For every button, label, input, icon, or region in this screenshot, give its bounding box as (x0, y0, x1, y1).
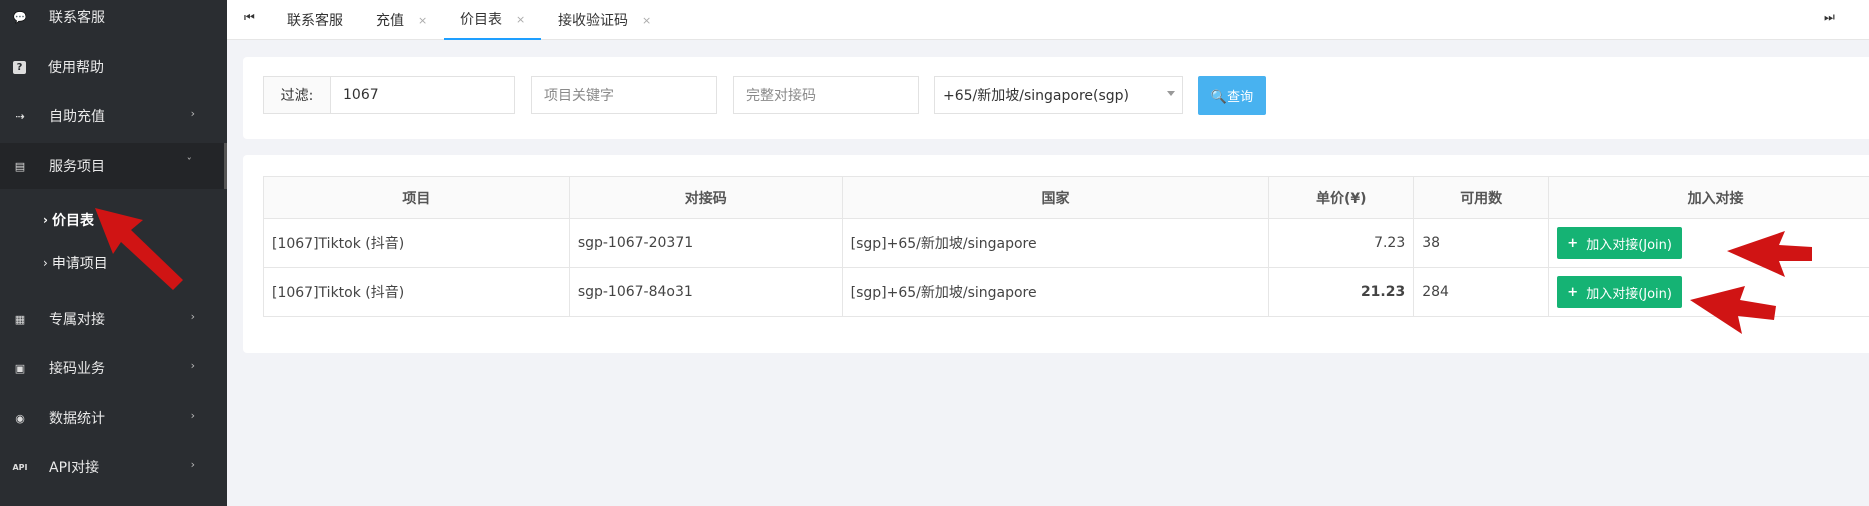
sidebar-item-label: 专属对接 (49, 312, 105, 328)
sidebar-item-services[interactable]: ▤ 服务项目 ˇ (0, 143, 227, 189)
annotation-arrow-icon (1727, 231, 1812, 277)
column-header: 项目 (263, 176, 570, 219)
filter-panel: 过滤: 1067 项目关键字 完整对接码 +65/新加坡/singapore(s… (243, 57, 1869, 139)
sidebar-item-label: 自助充值 (49, 109, 105, 125)
join-button-label: 加入对接(Join) (1586, 237, 1672, 253)
join-button[interactable]: + 加入对接(Join) (1557, 276, 1683, 308)
bank-transfer-icon: ⇢ (15, 109, 25, 123)
clipboard-icon: ▦ (14, 312, 26, 326)
coins-icon: ◉ (15, 411, 25, 425)
code-input[interactable]: 完整对接码 (733, 76, 919, 114)
sidebar-subitem-label: 价目表 (51, 213, 94, 229)
keyword-input-placeholder: 项目关键字 (544, 88, 614, 104)
tab-receive-code[interactable]: 接收验证码 × (558, 0, 651, 40)
tab-label: 接收验证码 (558, 13, 628, 29)
tab-label: 充值 (376, 13, 404, 29)
cell-code: sgp-1067-84o31 (568, 267, 843, 317)
filter-input[interactable]: 1067 (330, 76, 515, 114)
tab-label: 联系客服 (287, 13, 343, 29)
annotation-arrow-icon (1690, 286, 1776, 334)
join-button-label: 加入对接(Join) (1586, 286, 1672, 302)
chevron-right-icon: › (43, 213, 48, 227)
sidebar-item-label: API对接 (49, 460, 100, 476)
cell-country: [sgp]+65/新加坡/singapore (841, 267, 1270, 317)
price-table: 项目 对接码 国家 单价(¥) 可用数 加入对接 [1067]Tiktok (抖… (263, 176, 1869, 317)
cell-price: 7.23 (1268, 218, 1415, 268)
cell-project: [1067]Tiktok (抖音) (263, 267, 570, 317)
tab-contact-service[interactable]: 联系客服 (287, 0, 343, 40)
chevron-right-icon: › (190, 458, 195, 471)
plus-icon: + (1567, 284, 1579, 300)
sidebar-item-statistics[interactable]: ◉ 数据统计 › (0, 396, 227, 440)
sidebar-item-label: 接码业务 (49, 361, 105, 377)
join-button[interactable]: + 加入对接(Join) (1557, 227, 1683, 259)
chevron-right-icon: › (190, 359, 195, 372)
sidebar-item-dedicated[interactable]: ▦ 专属对接 › (0, 297, 227, 341)
chevron-right-icon: › (43, 256, 48, 270)
close-icon[interactable]: × (642, 14, 651, 27)
sidebar-item-code-service[interactable]: ▣ 接码业务 › (0, 346, 227, 390)
sidebar-item-label: 使用帮助 (48, 60, 104, 76)
close-icon[interactable]: × (516, 13, 525, 26)
plus-icon: + (1567, 235, 1579, 251)
tab-recharge[interactable]: 充值 × (376, 0, 427, 40)
cell-price: 21.23 (1268, 267, 1415, 317)
table-row: [1067]Tiktok (抖音) sgp-1067-20371 [sgp]+6… (263, 218, 1869, 268)
sidebar-item-label: 服务项目 (49, 159, 105, 175)
country-select-value: +65/新加坡/singapore(sgp) (943, 88, 1130, 104)
sidebar-item-contact-service[interactable]: 💬 联系客服 (0, 0, 227, 39)
country-select[interactable]: +65/新加坡/singapore(sgp) (934, 76, 1183, 114)
tab-scroll-right-icon[interactable]: ⏭ (1824, 10, 1835, 25)
chevron-down-icon: ˇ (186, 156, 193, 169)
cell-join: + 加入对接(Join) (1548, 218, 1869, 268)
help-icon: ? (13, 60, 26, 74)
code-input-placeholder: 完整对接码 (746, 88, 816, 104)
table-row: [1067]Tiktok (抖音) sgp-1067-84o31 [sgp]+6… (263, 267, 1869, 317)
sidebar-item-label: 联系客服 (49, 10, 105, 26)
chevron-right-icon: › (190, 107, 195, 120)
tab-label: 价目表 (460, 12, 502, 28)
column-header: 对接码 (568, 176, 843, 219)
tab-scroll-left-icon[interactable]: ⏮ (244, 10, 255, 25)
close-icon[interactable]: × (418, 14, 427, 27)
cell-project: [1067]Tiktok (抖音) (263, 218, 570, 268)
sidebar-item-label: 数据统计 (49, 411, 105, 427)
annotation-arrow-icon (95, 208, 183, 290)
table-header-row: 项目 对接码 国家 单价(¥) 可用数 加入对接 (263, 176, 1869, 219)
tab-bar: ⏮ 联系客服 充值 × 价目表 × 接收验证码 × ⏭ (227, 0, 1869, 40)
api-icon: API (12, 462, 28, 472)
dial-icon: ▣ (14, 361, 26, 375)
filter-input-value: 1067 (343, 87, 379, 103)
column-header: 加入对接 (1548, 176, 1869, 219)
cell-code: sgp-1067-20371 (568, 218, 843, 268)
sidebar-item-help[interactable]: ? 使用帮助 (0, 45, 227, 89)
chevron-right-icon: › (190, 310, 195, 323)
sidebar-item-api[interactable]: API API对接 › (0, 445, 227, 489)
keyword-input[interactable]: 项目关键字 (531, 76, 717, 114)
chat-bubble-icon: 💬 (13, 10, 27, 24)
cell-country: [sgp]+65/新加坡/singapore (841, 218, 1270, 268)
column-header: 可用数 (1413, 176, 1550, 219)
card-icon: ▤ (14, 159, 26, 173)
cell-available: 38 (1413, 218, 1550, 268)
column-header: 国家 (841, 176, 1270, 219)
dropdown-arrow-icon (1167, 91, 1175, 96)
sidebar-item-recharge[interactable]: ⇢ 自助充值 › (0, 94, 227, 138)
cell-available: 284 (1413, 267, 1550, 317)
price-table-panel: 项目 对接码 国家 单价(¥) 可用数 加入对接 [1067]Tiktok (抖… (243, 155, 1869, 353)
query-button[interactable]: 🔍查询 (1198, 76, 1266, 115)
chevron-right-icon: › (190, 409, 195, 422)
tab-price-list[interactable]: 价目表 × (444, 0, 542, 40)
column-header: 单价(¥) (1268, 176, 1415, 219)
filter-label: 过滤: (263, 76, 330, 114)
filter-label-text: 过滤: (280, 88, 314, 104)
